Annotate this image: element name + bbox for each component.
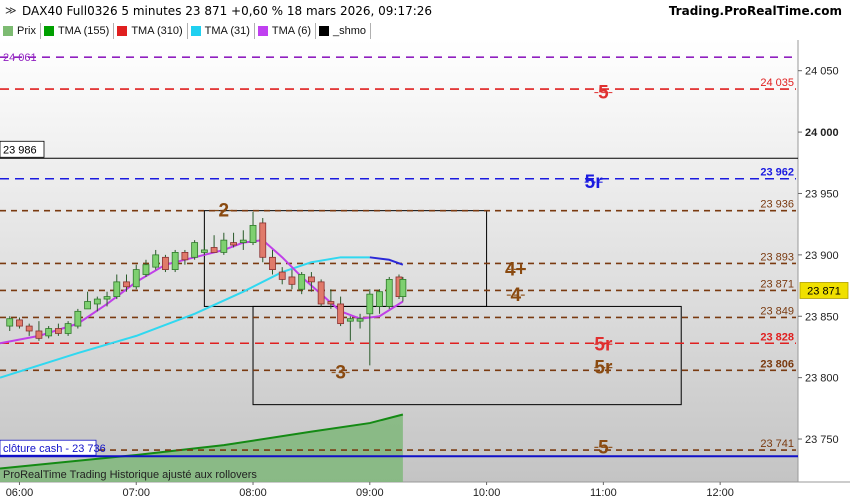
legend-item[interactable]: TMA (6): [255, 23, 317, 39]
candle-body: [64, 323, 72, 334]
x-tick-label: 10:00: [473, 487, 501, 499]
level-label: 24 035: [760, 77, 794, 89]
candle-body: [385, 279, 393, 307]
candle-body: [317, 281, 325, 305]
level-label: 23 741: [760, 438, 794, 450]
y-tick-label: 23 750: [805, 434, 839, 446]
legend-label: TMA (31): [204, 25, 250, 37]
x-tick-label: 09:00: [356, 487, 384, 499]
candle-body: [113, 281, 121, 298]
legend-item[interactable]: _shmo: [316, 23, 372, 39]
y-tick-label: 23 850: [805, 311, 839, 323]
x-tick-label: 11:00: [590, 487, 617, 499]
candle-body: [366, 293, 374, 315]
candle-body: [171, 252, 179, 270]
x-tick-label: 06:00: [6, 487, 34, 499]
legend-swatch-icon: [3, 26, 13, 36]
level-label: 23 936: [760, 199, 794, 211]
candle-body: [16, 319, 23, 327]
legend-swatch-icon: [43, 26, 54, 36]
legend-item[interactable]: TMA (310): [114, 23, 188, 39]
candle-body: [288, 276, 296, 285]
candle-body: [249, 224, 257, 243]
candle-body: [142, 264, 150, 275]
y-tick-label: 23 950: [805, 188, 839, 200]
candle-body: [93, 298, 101, 305]
legend-label: Prix: [17, 25, 36, 37]
legend-swatch-icon: [190, 26, 201, 36]
chevron-double-down-icon[interactable]: ≫: [5, 4, 17, 17]
level-label: 23 962: [760, 167, 794, 179]
candle-body: [152, 254, 160, 268]
candle-body: [269, 256, 276, 270]
level-label: 23 806: [760, 358, 794, 370]
candle-body: [103, 296, 111, 300]
legend-item[interactable]: TMA (31): [188, 23, 255, 39]
candle-body: [191, 242, 199, 258]
candle-body: [308, 276, 315, 283]
candle-body: [84, 301, 91, 310]
candle-body: [25, 325, 33, 332]
candle-body: [123, 281, 130, 288]
candle-body: [376, 291, 383, 307]
legend-swatch-icon: [117, 26, 128, 36]
legend-label: TMA (6): [271, 25, 312, 37]
candle-body: [230, 242, 237, 246]
level-label: 23 849: [760, 305, 794, 317]
candle-body: [239, 239, 247, 243]
y-tick-label: 24 000: [805, 127, 839, 139]
current-price-label: 23 871: [807, 285, 841, 297]
candle-body: [200, 249, 208, 253]
x-tick-label: 07:00: [122, 487, 150, 499]
level-label: 23 893: [760, 251, 794, 263]
indicator-legend: Prix TMA (155) TMA (310) TMA (31) TMA (6) _sh…: [0, 22, 372, 40]
legend-item[interactable]: Prix: [0, 23, 41, 39]
legend-label: TMA (155): [57, 25, 110, 37]
chart-title-bar: ≫ DAX40 Full0326 5 minutes 23 871 +0,60 …: [0, 0, 850, 22]
candle-body: [162, 256, 169, 270]
legend-label: TMA (310): [131, 25, 183, 37]
legend-swatch-icon: [319, 26, 330, 36]
chart-title: DAX40 Full0326 5 minutes 23 871 +0,60 % …: [22, 4, 433, 18]
candle-body: [74, 310, 82, 327]
x-tick-label: 12:00: [706, 487, 734, 499]
y-tick-label: 24 050: [805, 66, 839, 78]
chart-canvas: 24 061 24 035 23 962 23 936 23 893 23 871 23 8…: [0, 40, 850, 500]
candle-body: [181, 252, 189, 261]
source-label[interactable]: Trading.ProRealTime.com: [669, 4, 842, 18]
candle-body: [220, 239, 228, 253]
candle-body: [327, 301, 335, 305]
y-tick-label: 23 900: [805, 250, 839, 262]
cash-close-label: clôture cash - 23 736: [3, 443, 106, 455]
candle-body: [278, 271, 286, 280]
y-tick-label: 23 800: [805, 373, 839, 385]
candle-body: [356, 318, 364, 322]
candle-body: [298, 274, 306, 290]
x-tick-label: 08:00: [239, 487, 267, 499]
level-label: 23 871: [760, 278, 794, 290]
candle-body: [210, 247, 218, 253]
level-label: 24 061: [3, 52, 37, 64]
candle-body: [6, 318, 14, 327]
crosshair-label: 23 986: [3, 144, 37, 156]
candle-body: [346, 318, 354, 322]
legend-label: _shmo: [333, 25, 367, 37]
candle-body: [35, 330, 43, 339]
candle-body: [132, 269, 140, 288]
credit-text: ProRealTime Trading Historique ajusté au…: [3, 469, 257, 481]
candle-body: [45, 328, 53, 337]
legend-swatch-icon: [257, 26, 268, 36]
candle-body: [399, 279, 407, 298]
candle-body: [337, 303, 345, 325]
legend-item[interactable]: TMA (155): [41, 23, 115, 39]
candle-body: [54, 328, 62, 334]
level-label: 23 828: [760, 331, 794, 343]
candle-body: [259, 222, 267, 258]
